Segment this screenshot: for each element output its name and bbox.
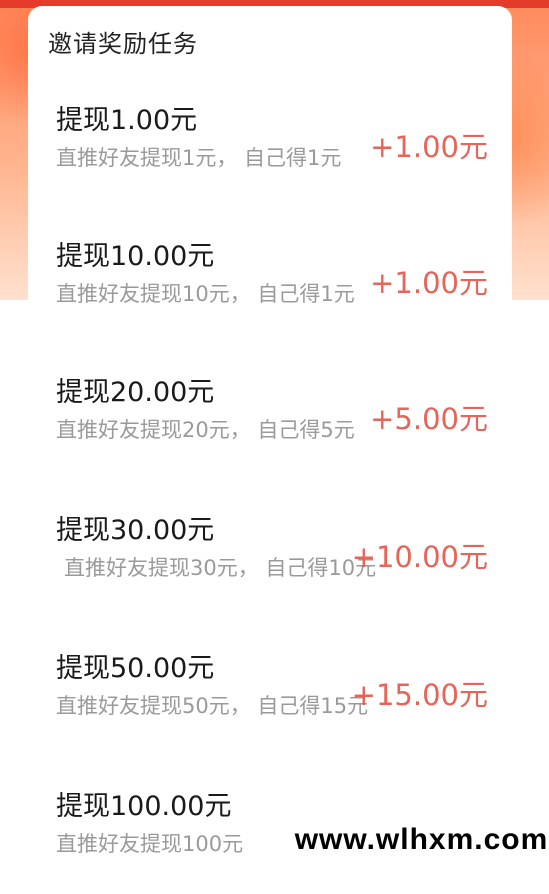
task-description: 直推好友提现20元， 自己得5元	[56, 418, 355, 442]
task-reward: +1.00元	[370, 130, 488, 164]
task-item[interactable]: 提现30.00元 直推好友提现30元， 自己得10元 +10.00元	[28, 508, 512, 618]
task-title: 提现20.00元	[56, 377, 215, 408]
task-title: 提现30.00元	[56, 515, 215, 546]
invite-reward-panel: 邀请奖励任务 提现1.00元 直推好友提现1元， 自己得1元 +1.00元 提现…	[28, 6, 512, 866]
task-description: 直推好友提现1元， 自己得1元	[56, 146, 342, 170]
task-reward: +10.00元	[351, 540, 488, 574]
panel-title: 邀请奖励任务	[48, 30, 198, 58]
task-title: 提现1.00元	[56, 105, 198, 136]
task-description: 直推好友提现10元， 自己得1元	[56, 282, 355, 306]
task-description: 直推好友提现100元	[56, 832, 244, 856]
task-reward: +15.00元	[351, 678, 488, 712]
task-reward: +1.00元	[370, 266, 488, 300]
task-item[interactable]: 提现20.00元 直推好友提现20元， 自己得5元 +5.00元	[28, 370, 512, 480]
task-item[interactable]: 提现1.00元 直推好友提现1元， 自己得1元 +1.00元	[28, 98, 512, 208]
task-title: 提现50.00元	[56, 653, 215, 684]
task-item[interactable]: 提现50.00元 直推好友提现50元， 自己得15元 +15.00元	[28, 646, 512, 756]
task-item[interactable]: 提现10.00元 直推好友提现10元， 自己得1元 +1.00元	[28, 234, 512, 344]
task-reward: +5.00元	[370, 402, 488, 436]
task-description: 直推好友提现50元， 自己得15元	[56, 694, 369, 718]
task-title: 提现100.00元	[56, 791, 232, 822]
task-title: 提现10.00元	[56, 241, 215, 272]
site-watermark: www.wlhxm.com	[294, 822, 549, 858]
task-description: 直推好友提现30元， 自己得10元	[64, 556, 377, 580]
